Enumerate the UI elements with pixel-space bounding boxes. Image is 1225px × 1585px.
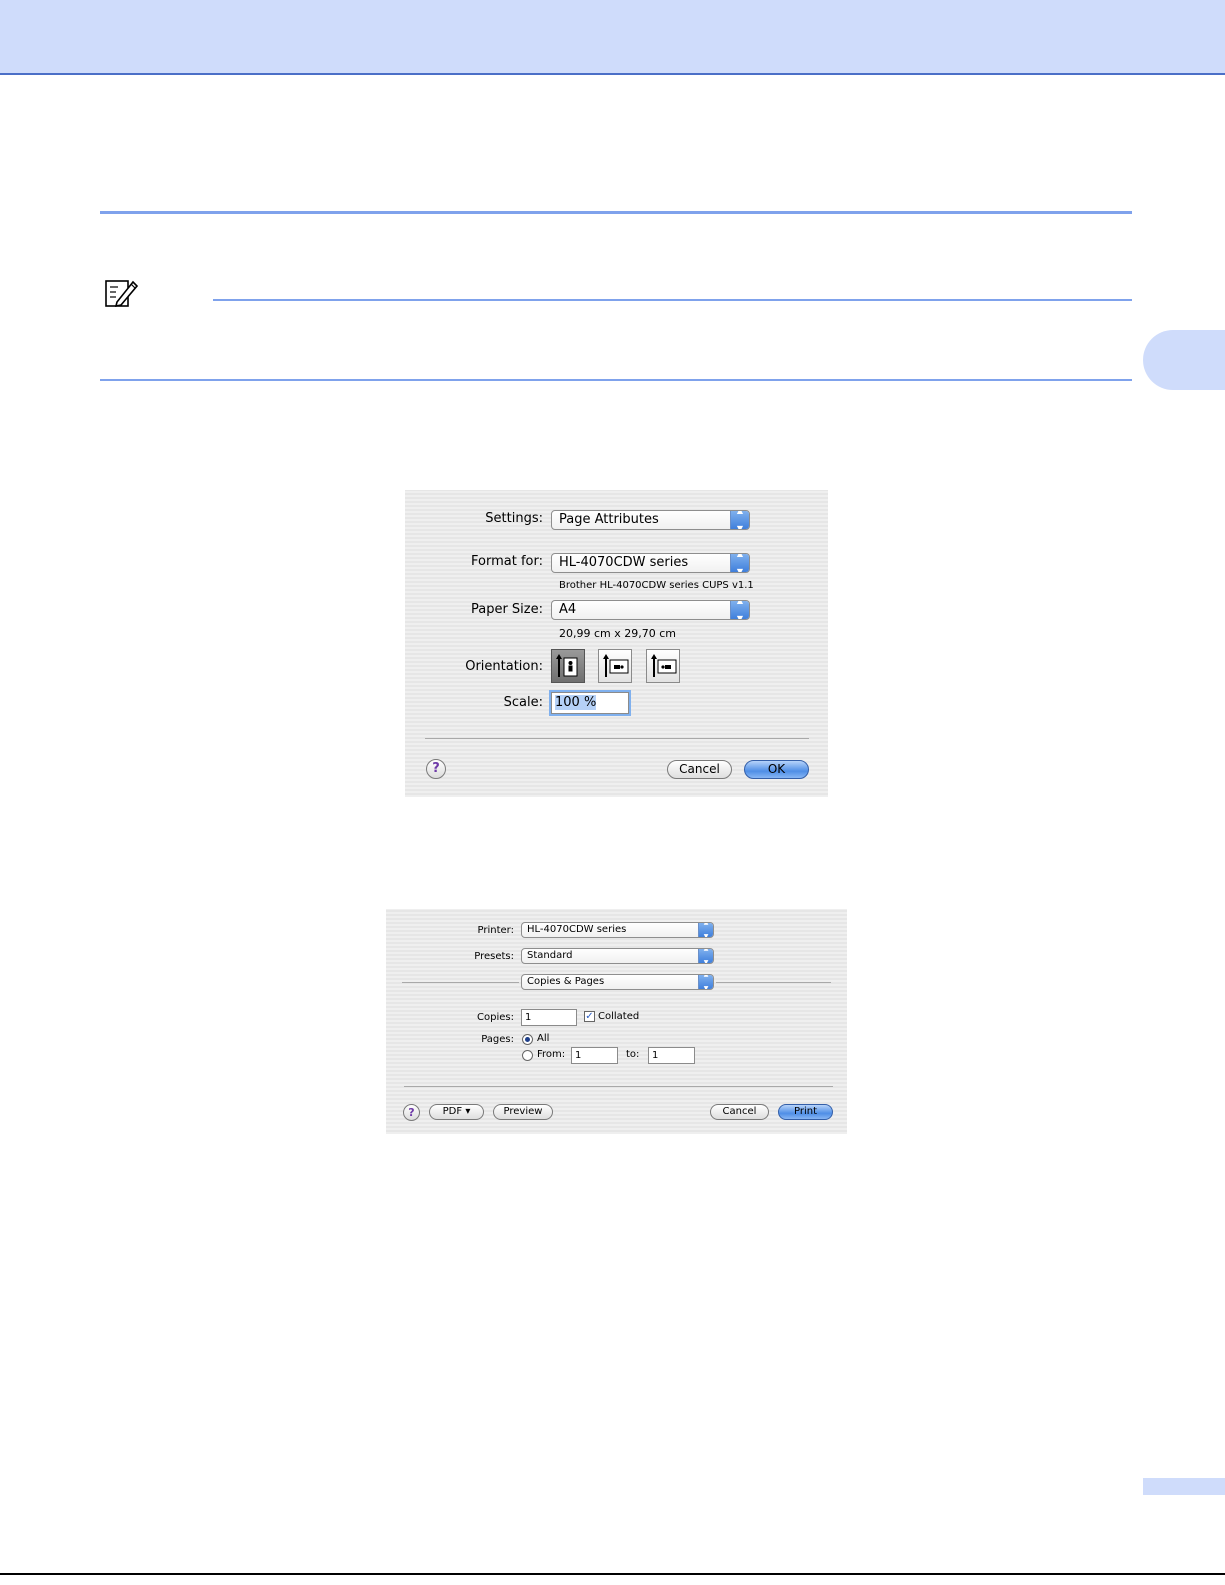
- panel-value: Copies & Pages: [527, 976, 605, 987]
- orientation-landscape-left-button[interactable]: [598, 649, 632, 683]
- copies-input[interactable]: 1: [521, 1009, 577, 1026]
- copies-label: Copies:: [477, 1012, 514, 1023]
- orientation-portrait-button[interactable]: [551, 649, 585, 683]
- format-for-description: Brother HL-4070CDW series CUPS v1.1: [559, 580, 754, 591]
- pages-from-value: 1: [575, 1050, 582, 1061]
- dialog-separator: [404, 1086, 833, 1087]
- popup-arrows-icon: ▲ ▼: [698, 975, 713, 989]
- orientation-label: Orientation:: [465, 659, 543, 674]
- note-rule-top: [213, 299, 1132, 301]
- pages-all-label: All: [537, 1033, 550, 1044]
- pages-label: Pages:: [481, 1034, 514, 1045]
- pages-to-input[interactable]: 1: [648, 1047, 695, 1064]
- pages-all-radio[interactable]: [522, 1034, 533, 1045]
- settings-label: Settings:: [485, 511, 543, 526]
- cancel-button[interactable]: Cancel: [667, 760, 732, 779]
- scale-input[interactable]: 100 %: [551, 692, 629, 714]
- pages-to-value: 1: [652, 1050, 659, 1061]
- portrait-person-icon: [556, 654, 578, 677]
- popup-arrows-icon: ▲ ▼: [730, 511, 749, 529]
- panel-separator-right: [716, 982, 831, 983]
- presets-value: Standard: [527, 950, 573, 961]
- pages-from-radio[interactable]: [522, 1050, 533, 1061]
- paper-size-dimensions: 20,99 cm x 29,70 cm: [559, 627, 677, 640]
- printer-popup[interactable]: HL-4070CDW series ▲ ▼: [521, 922, 714, 938]
- page-setup-dialog: Settings: Page Attributes ▲ ▼ Format for:…: [405, 490, 828, 797]
- copies-value: 1: [525, 1012, 532, 1023]
- format-for-label: Format for:: [471, 554, 543, 569]
- printer-value: HL-4070CDW series: [527, 924, 627, 935]
- note-rule-bottom: [100, 379, 1132, 381]
- scale-label: Scale:: [503, 695, 543, 710]
- paper-size-popup[interactable]: A4 ▲ ▼: [551, 600, 750, 620]
- landscape-right-icon: [651, 654, 677, 677]
- pages-from-label: From:: [537, 1049, 566, 1060]
- pdf-button[interactable]: PDF ▾: [429, 1104, 484, 1120]
- landscape-left-icon: [603, 654, 629, 677]
- popup-arrows-icon: ▲ ▼: [730, 554, 749, 572]
- collated-label: Collated: [598, 1011, 640, 1022]
- note-pencil-icon: [105, 280, 139, 308]
- print-dialog: Printer: HL-4070CDW series ▲ ▼ Presets: S…: [386, 909, 847, 1134]
- presets-popup[interactable]: Standard ▲ ▼: [521, 948, 714, 964]
- dialog-separator: [425, 738, 809, 739]
- collated-checkbox[interactable]: ✓: [584, 1011, 595, 1022]
- popup-arrows-icon: ▲ ▼: [698, 923, 713, 937]
- pages-to-label: to:: [626, 1049, 640, 1060]
- paper-size-label: Paper Size:: [470, 602, 543, 617]
- orientation-landscape-right-button[interactable]: [646, 649, 680, 683]
- format-for-popup[interactable]: HL-4070CDW series ▲ ▼: [551, 553, 750, 573]
- pages-from-input[interactable]: 1: [571, 1047, 618, 1064]
- ok-button[interactable]: OK: [744, 760, 809, 779]
- help-button[interactable]: ?: [426, 759, 446, 779]
- presets-label: Presets:: [474, 951, 514, 962]
- panel-separator-left: [402, 982, 519, 983]
- format-for-value: HL-4070CDW series: [559, 555, 689, 570]
- popup-arrows-icon: ▲ ▼: [698, 949, 713, 963]
- section-rule-top: [100, 211, 1132, 214]
- footer-rule: [0, 1573, 1225, 1575]
- page-number-tab: [1143, 1478, 1225, 1495]
- preview-button[interactable]: Preview: [493, 1104, 553, 1120]
- settings-popup[interactable]: Page Attributes ▲ ▼: [551, 510, 750, 530]
- print-button[interactable]: Print: [778, 1104, 833, 1120]
- panel-popup[interactable]: Copies & Pages ▲ ▼: [521, 974, 714, 990]
- scale-value: 100 %: [555, 695, 597, 710]
- popup-arrows-icon: ▲ ▼: [730, 601, 749, 619]
- cancel-button[interactable]: Cancel: [710, 1104, 769, 1120]
- page-header-band: [0, 0, 1225, 75]
- chapter-tab: [1143, 330, 1225, 390]
- printer-label: Printer:: [477, 925, 514, 936]
- settings-value: Page Attributes: [559, 512, 659, 527]
- paper-size-value: A4: [559, 602, 577, 617]
- help-button[interactable]: ?: [403, 1104, 420, 1121]
